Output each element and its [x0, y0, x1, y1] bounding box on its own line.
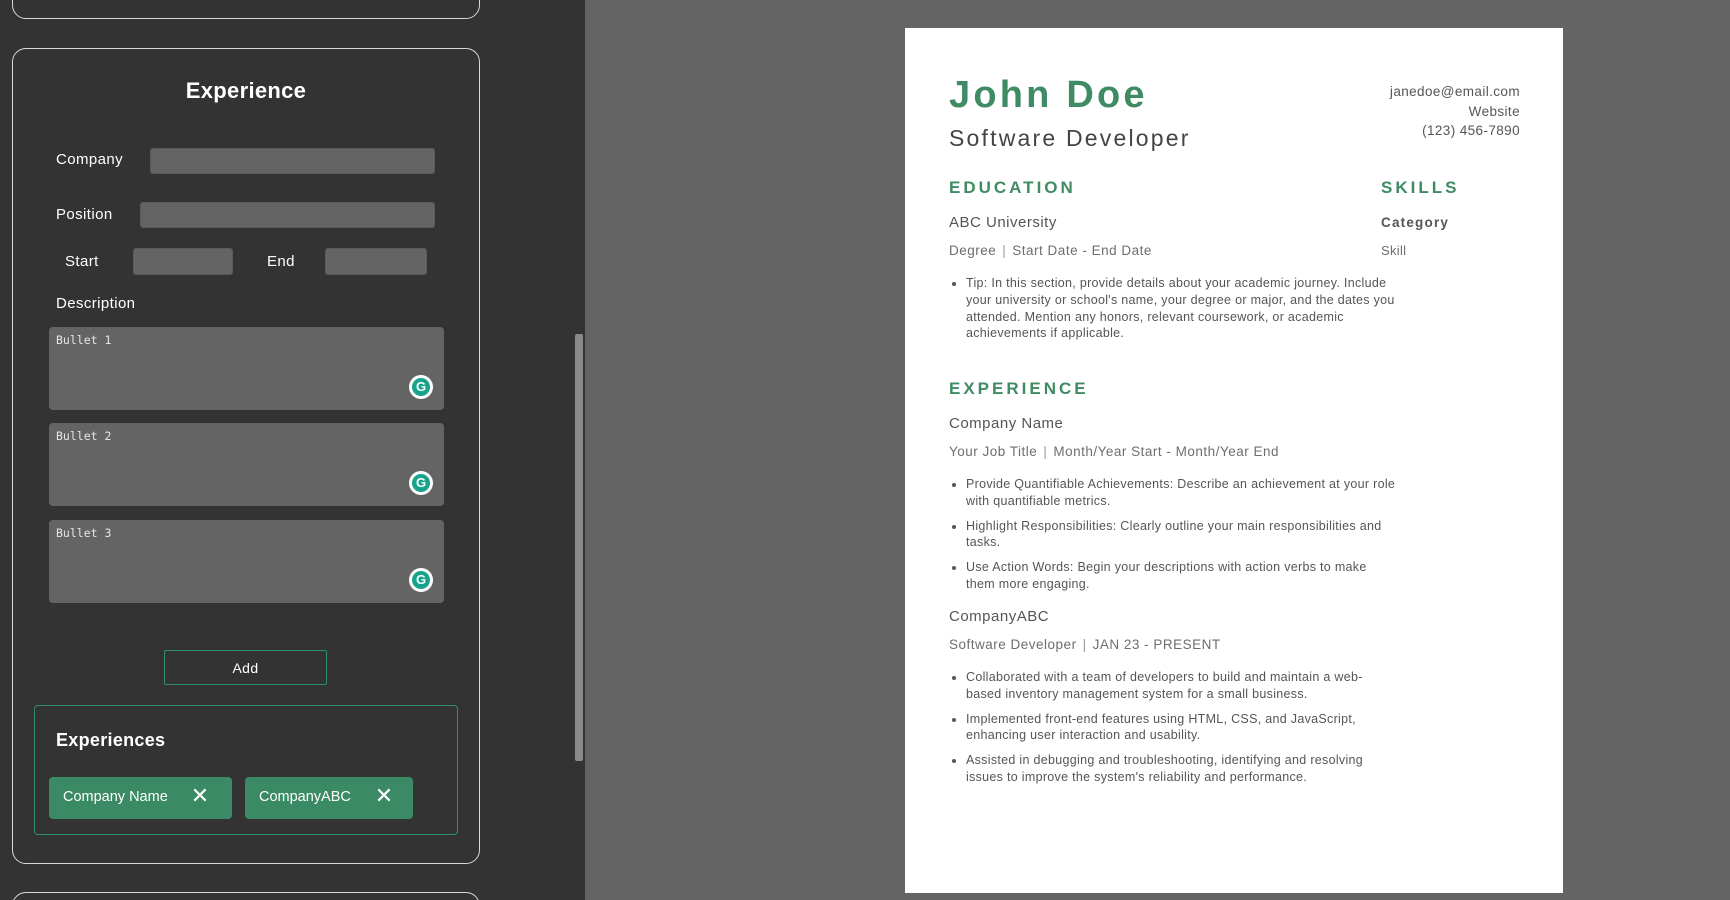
education-degree: Degree — [949, 243, 997, 258]
list-item: Provide Quantifiable Achievements: Descr… — [966, 476, 1396, 510]
bullet-3-textarea[interactable]: Bullet 3 G — [49, 520, 444, 603]
grammarly-icon[interactable]: G — [409, 375, 433, 399]
bullet-1-textarea[interactable]: Bullet 1 G — [49, 327, 444, 410]
resume-preview-page: John Doe Software Developer janedoe@emai… — [905, 28, 1563, 893]
company-input[interactable] — [150, 148, 435, 174]
job-2-company: CompanyABC — [949, 608, 1050, 625]
resume-name: John Doe — [949, 74, 1148, 116]
bullet-1-placeholder: Bullet 1 — [56, 333, 112, 347]
start-label: Start — [65, 253, 99, 270]
experience-heading: EXPERIENCE — [949, 379, 1089, 398]
experience-chip-company-name[interactable]: Company Name ✕ — [49, 777, 232, 819]
previous-section-card — [12, 0, 480, 19]
list-item: Tip: In this section, provide details ab… — [966, 275, 1396, 342]
panel-scrollbar-thumb[interactable] — [575, 334, 583, 761]
bullet-2-placeholder: Bullet 2 — [56, 429, 112, 443]
end-date-input[interactable] — [325, 248, 427, 275]
next-section-card — [12, 892, 480, 900]
job-2-end: PRESENT — [1153, 637, 1221, 652]
list-item: Implemented front-end features using HTM… — [966, 711, 1396, 745]
skill-item: Skill — [1381, 243, 1407, 258]
education-school: ABC University — [949, 214, 1057, 231]
job-1-start: Month/Year Start — [1053, 444, 1163, 459]
editor-panel: Experience Company Position Start End De… — [0, 0, 585, 900]
remove-experience-icon[interactable]: ✕ — [373, 785, 395, 807]
date-dash: - — [1144, 637, 1150, 652]
education-start: Start Date — [1012, 243, 1079, 258]
grammarly-icon[interactable]: G — [409, 568, 433, 592]
job-1-bullets: Provide Quantifiable Achievements: Descr… — [949, 476, 1396, 601]
experiences-list-title: Experiences — [56, 730, 166, 750]
education-details: Degree | Start Date - End Date — [949, 243, 1152, 258]
grammarly-icon[interactable]: G — [409, 471, 433, 495]
job-2-role: Software Developer — [949, 637, 1077, 652]
job-1-role: Your Job Title — [949, 444, 1038, 459]
job-2-start: JAN 23 — [1092, 637, 1140, 652]
job-1-end: Month/Year End — [1175, 444, 1279, 459]
add-experience-button[interactable]: Add — [164, 650, 327, 685]
resume-website: Website — [1468, 104, 1520, 119]
job-2-bullets: Collaborated with a team of developers t… — [949, 669, 1396, 794]
resume-title: Software Developer — [949, 125, 1191, 151]
skills-heading: SKILLS — [1381, 178, 1460, 197]
end-label: End — [267, 253, 295, 270]
list-item: Assisted in debugging and troubleshootin… — [966, 752, 1396, 786]
skills-category: Category — [1381, 215, 1450, 230]
start-date-input[interactable] — [133, 248, 233, 275]
position-input[interactable] — [140, 202, 435, 228]
position-label: Position — [56, 206, 113, 223]
education-heading: EDUCATION — [949, 178, 1076, 197]
education-end: End Date — [1091, 243, 1152, 258]
company-label: Company — [56, 151, 123, 168]
bullet-2-textarea[interactable]: Bullet 2 G — [49, 423, 444, 506]
experience-chip-label: CompanyABC — [259, 789, 351, 805]
experience-section-title: Experience — [185, 78, 307, 103]
resume-phone: (123) 456-7890 — [1422, 123, 1520, 138]
job-1-company: Company Name — [949, 415, 1064, 432]
job-1-details: Your Job Title | Month/Year Start - Month/… — [949, 444, 1279, 459]
date-dash: - — [1166, 444, 1172, 459]
list-item: Collaborated with a team of developers t… — [966, 669, 1396, 703]
remove-experience-icon[interactable]: ✕ — [189, 785, 211, 807]
list-item: Highlight Responsibilities: Clearly outl… — [966, 518, 1396, 552]
education-bullets: Tip: In this section, provide details ab… — [949, 275, 1396, 350]
list-item: Use Action Words: Begin your description… — [966, 559, 1396, 593]
experience-chip-companyabc[interactable]: CompanyABC ✕ — [245, 777, 413, 819]
description-label: Description — [56, 295, 136, 312]
date-dash: - — [1082, 243, 1088, 258]
job-2-details: Software Developer | JAN 23 - PRESENT — [949, 637, 1221, 652]
resume-email: janedoe@email.com — [1389, 84, 1520, 99]
bullet-3-placeholder: Bullet 3 — [56, 526, 112, 540]
experience-chip-label: Company Name — [63, 789, 168, 805]
